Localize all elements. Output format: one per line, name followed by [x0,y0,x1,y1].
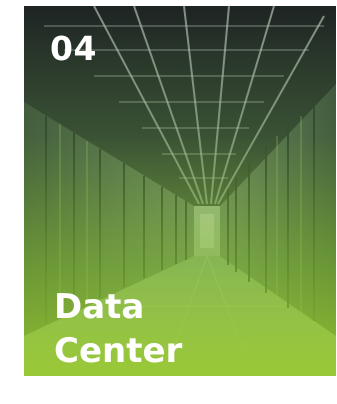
card-title: Data Center [54,285,314,373]
card-number: 04 [50,29,97,68]
data-center-card[interactable]: 04 Data Center [24,6,336,376]
card-title-line1: Data [54,287,145,327]
card-title-line2: Center [54,331,183,371]
